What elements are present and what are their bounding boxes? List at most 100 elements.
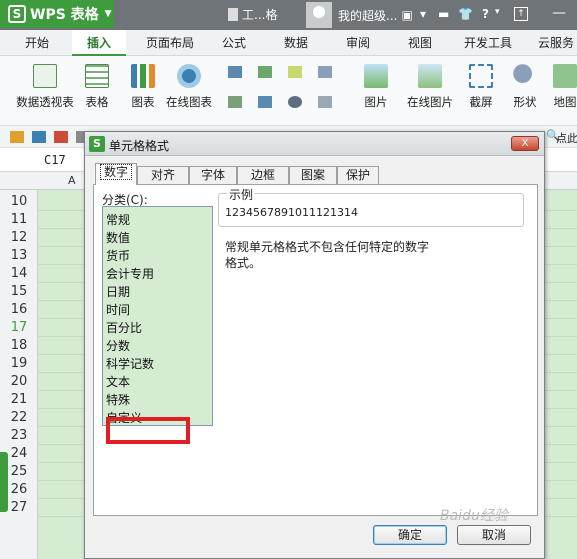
picture-button[interactable]: 图片 — [360, 64, 392, 110]
description-line-1: 常规单元格格式不包含任何特定的数字 — [225, 240, 430, 254]
highlight-box — [106, 417, 190, 444]
column-chart-icon[interactable] — [228, 66, 242, 78]
upload-icon[interactable]: ↑ — [514, 7, 528, 21]
sample-value: 1234567891011121314 — [225, 206, 358, 219]
avatar — [306, 2, 332, 28]
pie-chart-icon[interactable] — [288, 96, 302, 108]
tab-formulas[interactable]: 公式 — [214, 30, 254, 56]
row-header[interactable]: 21 — [0, 390, 38, 410]
category-item[interactable]: 特殊 — [106, 391, 130, 409]
map-button[interactable]: 地图 — [550, 64, 577, 110]
number-tab-panel: 分类(C): 常规 数值 货币 会计专用 日期 时间 百分比 分数 科学记数 文本 特殊 自定义 示例… — [93, 184, 538, 516]
pivot-table-button[interactable]: 数据透视表 — [14, 64, 76, 110]
row-header[interactable]: 10 — [0, 192, 38, 212]
tab-protection[interactable]: 保护 — [337, 166, 379, 184]
save-icon[interactable] — [32, 131, 46, 143]
quickbar-tip[interactable]: 点此 — [556, 130, 577, 146]
dialog-title-bar[interactable]: S 单元格格式 X — [85, 132, 544, 156]
cancel-button[interactable]: 取消 — [457, 525, 531, 545]
category-item[interactable]: 货币 — [106, 247, 130, 265]
wps-logo-icon: S — [8, 5, 26, 23]
ok-button[interactable]: 确定 — [373, 525, 447, 545]
bar-chart-icon[interactable] — [258, 66, 272, 78]
tab-data[interactable]: 数据 — [276, 30, 316, 56]
chart-label: 图表 — [131, 95, 155, 109]
side-panel-tab[interactable] — [0, 452, 8, 512]
document-tab[interactable]: 工...格 — [228, 6, 277, 23]
shapes-icon — [513, 64, 537, 88]
shapes-button[interactable]: 形状 — [506, 64, 544, 110]
online-chart-button[interactable]: 在线图表 — [162, 64, 216, 110]
row-header[interactable]: 23 — [0, 426, 38, 446]
screenshot-button[interactable]: 截屏 — [462, 64, 500, 110]
row-header[interactable]: 19 — [0, 354, 38, 374]
tab-border[interactable]: 边框 — [237, 166, 289, 184]
row-header[interactable]: 11 — [0, 210, 38, 230]
dropdown-icon[interactable]: ▾ — [420, 7, 426, 21]
category-item[interactable]: 百分比 — [106, 319, 142, 337]
sample-group: 示例 1234567891011121314 — [218, 186, 524, 227]
category-item[interactable]: 数值 — [106, 229, 130, 247]
category-item[interactable]: 日期 — [106, 283, 130, 301]
tab-developer[interactable]: 开发工具 — [458, 30, 518, 56]
row-header[interactable]: 20 — [0, 372, 38, 392]
help-dropdown-icon[interactable]: ▾ — [495, 7, 500, 17]
minimize-ribbon-icon[interactable]: ▬ — [438, 7, 449, 21]
category-item[interactable]: 时间 — [106, 301, 130, 319]
row-header[interactable]: 13 — [0, 246, 38, 266]
radar-chart-icon[interactable] — [318, 96, 332, 108]
category-item[interactable]: 科学记数 — [106, 355, 154, 373]
scatter-chart-icon[interactable] — [318, 66, 332, 78]
chevron-down-icon: ▼ — [104, 9, 112, 19]
pdf-icon[interactable] — [54, 131, 68, 143]
row-header[interactable]: 22 — [0, 408, 38, 428]
row-header[interactable]: 18 — [0, 336, 38, 356]
app-menu-button[interactable]: S WPS 表格 ▼ — [0, 0, 114, 28]
row-header[interactable]: 12 — [0, 228, 38, 248]
tab-page-layout[interactable]: 页面布局 — [138, 30, 202, 56]
category-item[interactable]: 文本 — [106, 373, 130, 391]
area-chart-icon[interactable] — [228, 96, 242, 108]
online-picture-button[interactable]: 在线图片 — [402, 64, 458, 110]
tab-font[interactable]: 字体 — [189, 166, 237, 184]
row-header[interactable]: 16 — [0, 300, 38, 320]
table-button[interactable]: 表格 — [82, 64, 112, 110]
category-item[interactable]: 分数 — [106, 337, 130, 355]
row-header[interactable]: 15 — [0, 282, 38, 302]
minimize-icon[interactable]: — — [552, 5, 566, 21]
close-button[interactable]: X — [511, 136, 539, 151]
help-icon[interactable]: ? — [482, 7, 489, 21]
document-title: 工...格 — [242, 8, 278, 22]
column-header-a[interactable]: A — [68, 174, 76, 187]
description-line-2: 格式。 — [225, 256, 262, 270]
user-account[interactable]: 我的超级... ▣ — [306, 0, 413, 30]
skin-icon: ▣ — [401, 8, 413, 22]
sample-label: 示例 — [227, 186, 256, 203]
tab-insert[interactable]: 插入 — [72, 30, 126, 56]
format-cells-dialog: S 单元格格式 X 数字 对齐 字体 边框 图案 保护 分类(C): 常规 数值货… — [84, 131, 545, 559]
tab-number-label: 数字 — [99, 164, 132, 180]
picture-label: 图片 — [364, 95, 388, 109]
tab-cloud-services[interactable]: 云服务 — [532, 30, 577, 56]
tab-pattern[interactable]: 图案 — [289, 166, 337, 184]
ribbon: 数据透视表 表格 图表 在线图表 图片 在线图片 截屏 形状 地图 — [0, 56, 577, 126]
name-box[interactable]: C17 — [44, 153, 66, 167]
row-header[interactable]: 14 — [0, 264, 38, 284]
shapes-label: 形状 — [513, 95, 537, 109]
tab-number[interactable]: 数字 — [95, 163, 137, 185]
category-item[interactable]: 会计专用 — [106, 265, 154, 283]
category-list[interactable]: 常规 数值 货币 会计专用 日期 时间 百分比 分数 科学记数 文本 特殊 自定义 — [102, 206, 213, 426]
row-header[interactable]: 17 — [0, 318, 38, 338]
tab-view[interactable]: 视图 — [400, 30, 440, 56]
tab-home[interactable]: 开始 — [14, 30, 60, 56]
stock-chart-icon[interactable] — [258, 96, 272, 108]
tab-review[interactable]: 审阅 — [338, 30, 378, 56]
format-description: 常规单元格格式不包含任何特定的数字 格式。 — [225, 239, 445, 271]
map-label: 地图 — [553, 95, 577, 109]
line-chart-icon[interactable] — [288, 66, 302, 78]
shirt-icon[interactable]: 👕 — [458, 7, 473, 21]
chart-button[interactable]: 图表 — [128, 64, 158, 110]
category-item[interactable]: 常规 — [106, 211, 130, 229]
open-icon[interactable] — [10, 131, 24, 143]
tab-alignment[interactable]: 对齐 — [137, 166, 189, 184]
